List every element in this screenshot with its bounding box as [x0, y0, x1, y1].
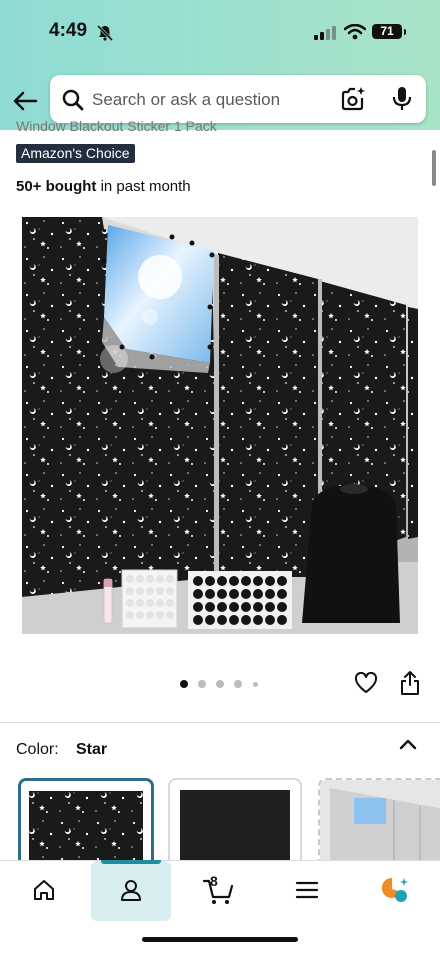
- app-header: 4:49 71 Search or ask a question: [0, 0, 440, 130]
- heart-icon[interactable]: [354, 672, 378, 694]
- carousel-dot-active[interactable]: [180, 680, 188, 688]
- account-icon: [121, 880, 141, 901]
- share-icon[interactable]: [399, 670, 421, 696]
- nav-active-indicator: [101, 860, 161, 864]
- home-indicator: [142, 937, 298, 942]
- carousel-dot[interactable]: [253, 682, 258, 687]
- amazons-choice-badge[interactable]: Amazon's Choice: [16, 144, 135, 163]
- scroll-indicator: [432, 150, 436, 186]
- product-title[interactable]: Window Blackout Sticker 1 Pack: [16, 118, 217, 134]
- cell-signal-icon: [314, 26, 336, 40]
- carousel-dot[interactable]: [216, 680, 224, 688]
- nav-menu[interactable]: [267, 861, 347, 921]
- rufus-ai-icon: [381, 877, 408, 902]
- cart-icon: [202, 879, 234, 904]
- search-input[interactable]: Search or ask a question: [92, 90, 280, 110]
- chevron-up-icon[interactable]: [398, 737, 418, 751]
- wifi-icon: [344, 24, 366, 40]
- nav-home[interactable]: [4, 861, 84, 921]
- home-icon: [34, 880, 54, 900]
- silent-bell-icon: [96, 24, 114, 42]
- nav-cart[interactable]: 8: [178, 861, 258, 921]
- bought-count: 50+ bought in past month: [16, 178, 191, 195]
- carousel-dot[interactable]: [198, 680, 206, 688]
- back-arrow-icon[interactable]: [12, 90, 38, 112]
- nav-rufus[interactable]: [356, 861, 436, 921]
- bought-count-period: in past month: [96, 178, 191, 195]
- camera-search-icon[interactable]: [340, 86, 366, 112]
- nav-account[interactable]: [91, 860, 171, 921]
- cart-count: 8: [210, 873, 218, 889]
- section-divider: [0, 722, 440, 723]
- microphone-icon[interactable]: [392, 86, 412, 112]
- product-image[interactable]: [22, 217, 418, 634]
- search-bar[interactable]: Search or ask a question: [50, 75, 426, 123]
- menu-icon: [295, 881, 319, 899]
- carousel-dot[interactable]: [234, 680, 242, 688]
- color-value: Star: [76, 741, 108, 758]
- battery-indicator: 71: [372, 24, 406, 39]
- status-time: 4:49: [49, 20, 88, 41]
- color-label: Color:: [16, 741, 59, 758]
- search-icon: [62, 89, 84, 111]
- bought-count-number: 50+ bought: [16, 178, 97, 195]
